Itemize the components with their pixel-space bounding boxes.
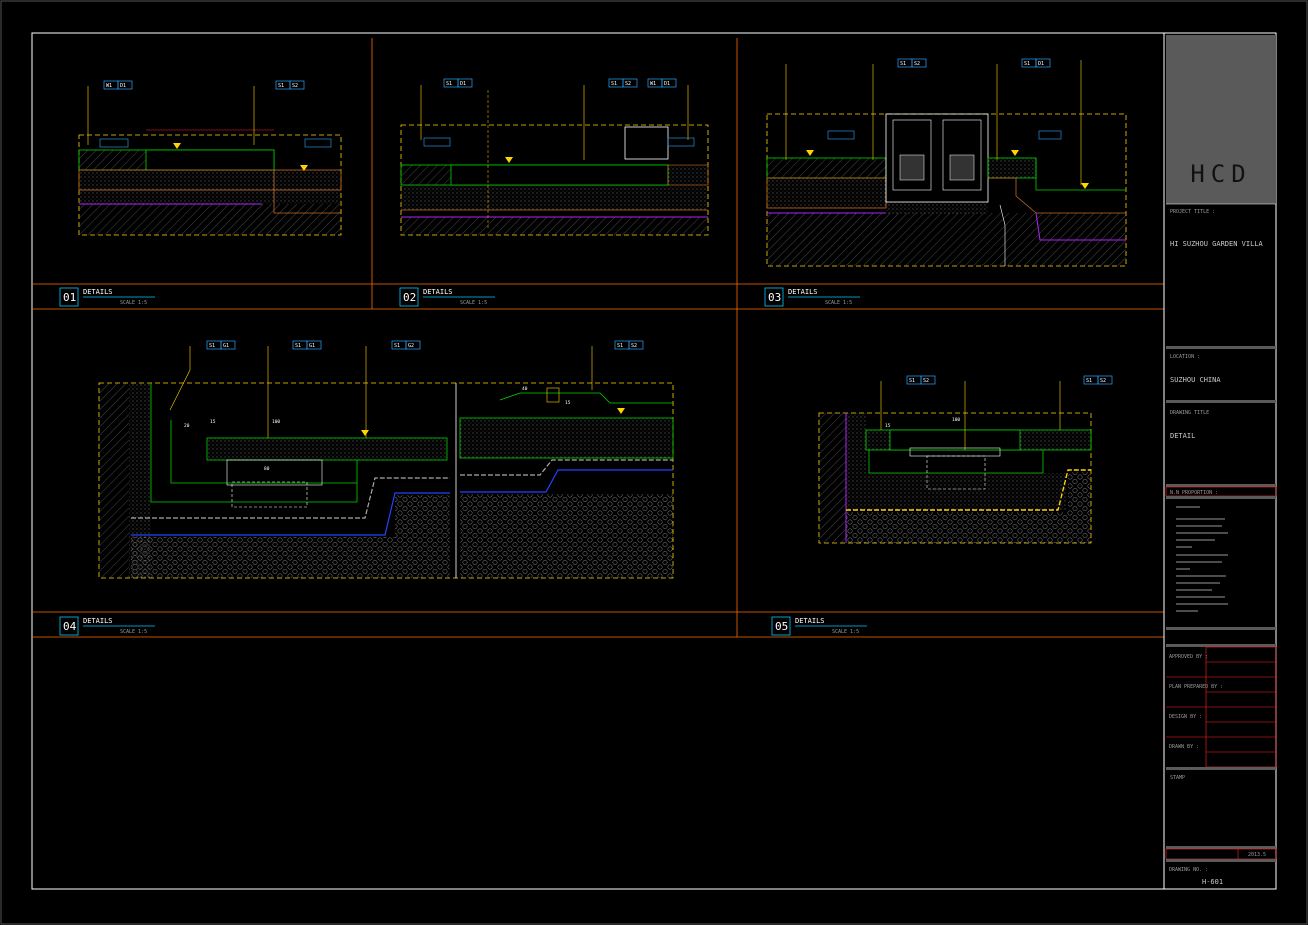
detail-02-drawing xyxy=(400,90,709,236)
svg-text:15: 15 xyxy=(565,400,571,406)
location-label: LOCATION : xyxy=(1170,354,1200,360)
svg-text:S2: S2 xyxy=(631,343,637,349)
svg-text:DETAILS: DETAILS xyxy=(795,617,825,625)
detail-title-01: 01 DETAILS SCALE 1:5 xyxy=(59,287,155,307)
svg-text:40: 40 xyxy=(522,386,528,392)
project-title-value: HI SUZHOU GARDEN VILLA xyxy=(1170,240,1264,248)
svg-text:05: 05 xyxy=(775,620,788,633)
svg-text:D1: D1 xyxy=(460,81,466,87)
svg-text:SCALE 1:5: SCALE 1:5 xyxy=(120,300,147,306)
svg-text:S2: S2 xyxy=(292,83,298,89)
svg-text:SCALE 1:5: SCALE 1:5 xyxy=(460,300,487,306)
outer-border xyxy=(0,0,1308,925)
drawing-title-label: DRAWING TITLE xyxy=(1170,410,1209,416)
svg-text:15: 15 xyxy=(885,423,891,429)
detail-02-tags: S1 D1 S1 S2 W1 D1 xyxy=(420,78,695,160)
detail-05-dimensions: 100 15 xyxy=(885,417,960,429)
svg-text:S1: S1 xyxy=(909,378,915,384)
svg-text:W1: W1 xyxy=(106,83,112,89)
drawing-title-value: DETAIL xyxy=(1170,432,1195,440)
svg-text:S1: S1 xyxy=(900,61,906,67)
svg-text:01: 01 xyxy=(63,291,76,304)
svg-text:04: 04 xyxy=(63,620,77,633)
design-by-label: DESIGN BY : xyxy=(1169,714,1202,720)
svg-text:SCALE 1:5: SCALE 1:5 xyxy=(825,300,852,306)
svg-text:S1: S1 xyxy=(1086,378,1092,384)
svg-text:SCALE 1:5: SCALE 1:5 xyxy=(120,629,147,635)
svg-text:S1: S1 xyxy=(394,343,400,349)
svg-text:D1: D1 xyxy=(120,83,126,89)
svg-text:W1: W1 xyxy=(650,81,656,87)
svg-text:80: 80 xyxy=(264,466,270,472)
detail-title-05: 05 DETAILS SCALE 1:5 xyxy=(771,616,867,636)
svg-text:S1: S1 xyxy=(209,343,215,349)
svg-text:DETAILS: DETAILS xyxy=(83,288,113,296)
stamp-label: STAMP xyxy=(1170,775,1185,781)
svg-text:100: 100 xyxy=(952,417,960,423)
svg-text:G1: G1 xyxy=(309,343,315,349)
svg-text:S1: S1 xyxy=(1024,61,1030,67)
svg-text:15: 15 xyxy=(210,419,216,425)
svg-text:DETAILS: DETAILS xyxy=(423,288,453,296)
drawing-sheet: W1 D1 S1 S2 S1 D1 S1 S2 W1 D1 S1 S2 S1 D… xyxy=(0,0,1308,925)
svg-text:DETAILS: DETAILS xyxy=(788,288,818,296)
svg-text:100: 100 xyxy=(272,419,280,425)
svg-text:S2: S2 xyxy=(923,378,929,384)
hcd-logo: HCD xyxy=(1190,160,1251,188)
svg-text:03: 03 xyxy=(768,291,781,304)
detail-05-drawing xyxy=(818,412,1092,544)
detail-03-drawing xyxy=(766,113,1127,267)
detail-title-04: 04 DETAILS SCALE 1:5 xyxy=(59,616,155,636)
svg-text:D1: D1 xyxy=(1038,61,1044,67)
detail-01-drawing xyxy=(78,129,342,236)
svg-text:20: 20 xyxy=(184,423,190,429)
svg-text:DETAILS: DETAILS xyxy=(83,617,113,625)
title-block: HCD PROJECT TITLE : HI SUZHOU GARDEN VIL… xyxy=(1163,33,1277,889)
svg-text:G2: G2 xyxy=(408,343,414,349)
svg-text:S1: S1 xyxy=(446,81,452,87)
svg-text:S1: S1 xyxy=(617,343,623,349)
plan-prepared-label: PLAN PREPARED BY : xyxy=(1169,684,1223,690)
svg-text:S2: S2 xyxy=(914,61,920,67)
notes-lines xyxy=(1176,506,1228,612)
drawing-number: H-601 xyxy=(1202,878,1223,886)
svg-text:S1: S1 xyxy=(611,81,617,87)
svg-text:SCALE 1:5: SCALE 1:5 xyxy=(832,629,859,635)
drawing-no-label: DRAWING NO. : xyxy=(1169,867,1208,873)
approved-by-label: APPROVED BY : xyxy=(1169,654,1208,660)
project-title-label: PROJECT TITLE : xyxy=(1170,209,1215,215)
proportion-label: N.N PROPORTION : xyxy=(1170,490,1218,496)
svg-text:G1: G1 xyxy=(223,343,229,349)
location-value: SUZHOU CHINA xyxy=(1170,376,1221,384)
detail-04-drawing xyxy=(98,382,674,579)
drawn-by-label: DRAWN BY : xyxy=(1169,744,1199,750)
detail-title-03: 03 DETAILS SCALE 1:5 xyxy=(764,287,860,307)
svg-text:S2: S2 xyxy=(625,81,631,87)
svg-text:S1: S1 xyxy=(295,343,301,349)
svg-text:S2: S2 xyxy=(1100,378,1106,384)
detail-01-tags: W1 D1 S1 S2 xyxy=(87,80,332,148)
date-value: 2013.5 xyxy=(1248,852,1266,858)
svg-text:S1: S1 xyxy=(278,83,284,89)
detail-title-02: 02 DETAILS SCALE 1:5 xyxy=(399,287,495,307)
svg-text:02: 02 xyxy=(403,291,416,304)
svg-text:D1: D1 xyxy=(664,81,670,87)
